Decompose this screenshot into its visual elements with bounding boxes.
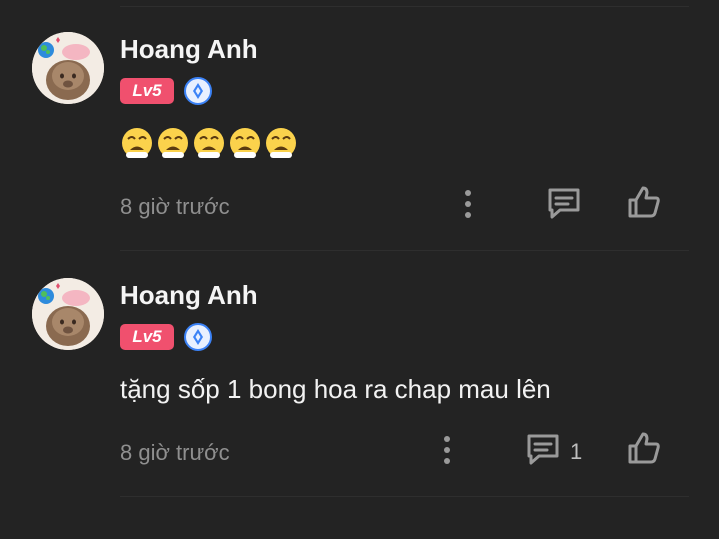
chat-bubble-icon[interactable] bbox=[525, 432, 561, 466]
comment-item: Hoang Anh Lv5 8 giờ trước bbox=[0, 0, 719, 240]
thumbs-up-icon[interactable] bbox=[626, 184, 662, 220]
bottom-divider bbox=[120, 496, 689, 497]
username[interactable]: Hoang Anh bbox=[120, 34, 258, 65]
level-badge: Lv5 bbox=[120, 324, 174, 350]
user-avatar[interactable] bbox=[32, 278, 104, 350]
capybara-avatar-icon bbox=[32, 278, 104, 350]
comment-time: 8 giờ trước bbox=[120, 440, 230, 465]
vertical-ellipsis-icon[interactable] bbox=[441, 434, 453, 466]
thumbs-up-icon[interactable] bbox=[626, 430, 662, 466]
level-badge: Lv5 bbox=[120, 78, 174, 104]
user-avatar[interactable] bbox=[32, 32, 104, 104]
weary-face-emoji bbox=[158, 128, 188, 158]
comment-content-emoji bbox=[120, 126, 298, 160]
comment-content: tặng sốp 1 bong hoa ra chap mau lên bbox=[120, 374, 551, 404]
weary-face-emoji bbox=[122, 128, 152, 158]
username[interactable]: Hoang Anh bbox=[120, 280, 258, 311]
weary-face-emoji bbox=[266, 128, 296, 158]
chat-bubble-icon[interactable] bbox=[546, 186, 582, 220]
diamond-rank-icon bbox=[184, 323, 212, 351]
comment-time: 8 giờ trước bbox=[120, 194, 230, 219]
weary-face-emoji bbox=[194, 128, 224, 158]
reply-count: 1 bbox=[570, 439, 583, 464]
weary-face-emoji bbox=[230, 128, 260, 158]
diamond-rank-icon bbox=[184, 77, 212, 105]
capybara-avatar-icon bbox=[32, 32, 104, 104]
vertical-ellipsis-icon[interactable] bbox=[462, 188, 474, 220]
comment-item: Hoang Anh Lv5 tặng sốp 1 bong hoa ra cha… bbox=[0, 246, 719, 486]
